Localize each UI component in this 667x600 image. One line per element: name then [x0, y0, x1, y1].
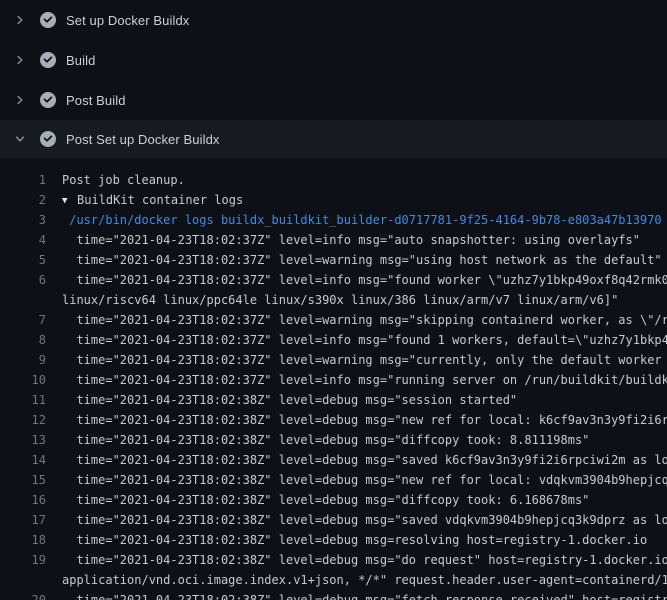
line-number[interactable]: 9: [0, 350, 46, 370]
log-line: 6 time="2021-04-23T18:02:37Z" level=info…: [0, 270, 667, 290]
success-check-icon: [40, 131, 56, 147]
line-number[interactable]: [0, 290, 46, 310]
log-text[interactable]: ▼BuildKit container logs: [62, 190, 243, 210]
log-text: time="2021-04-23T18:02:37Z" level=info m…: [62, 230, 640, 250]
line-number[interactable]: 10: [0, 370, 46, 390]
log-line: 5 time="2021-04-23T18:02:37Z" level=warn…: [0, 250, 667, 270]
chevron-down-icon: [14, 133, 26, 145]
line-number[interactable]: 15: [0, 470, 46, 490]
log-text: Post job cleanup.: [62, 170, 185, 190]
log-text: time="2021-04-23T18:02:37Z" level=info m…: [62, 270, 667, 290]
log-text: time="2021-04-23T18:02:37Z" level=info m…: [62, 370, 667, 390]
line-number[interactable]: 12: [0, 410, 46, 430]
step-label: Post Build: [66, 93, 126, 108]
log-line: 10 time="2021-04-23T18:02:37Z" level=inf…: [0, 370, 667, 390]
log-text: time="2021-04-23T18:02:38Z" level=debug …: [62, 530, 647, 550]
step-row-setup-docker-buildx[interactable]: Set up Docker Buildx: [0, 0, 667, 40]
success-check-icon: [40, 52, 56, 68]
line-number[interactable]: 6: [0, 270, 46, 290]
log-text: application/vnd.oci.image.index.v1+json,…: [62, 570, 667, 590]
line-number[interactable]: 2: [0, 190, 46, 210]
chevron-right-icon: [14, 94, 26, 106]
line-number[interactable]: 5: [0, 250, 46, 270]
chevron-right-icon: [14, 14, 26, 26]
step-row-post-build[interactable]: Post Build: [0, 80, 667, 120]
log-text: time="2021-04-23T18:02:38Z" level=debug …: [62, 550, 667, 570]
log-line: 1 Post job cleanup.: [0, 170, 667, 190]
line-number[interactable]: 1: [0, 170, 46, 190]
success-check-icon: [40, 92, 56, 108]
log-line: 7 time="2021-04-23T18:02:37Z" level=warn…: [0, 310, 667, 330]
step-row-build[interactable]: Build: [0, 40, 667, 80]
log-line: 20 time="2021-04-23T18:02:38Z" level=deb…: [0, 590, 667, 600]
log-line: 16 time="2021-04-23T18:02:38Z" level=deb…: [0, 490, 667, 510]
line-number[interactable]: 4: [0, 230, 46, 250]
steps-list: Set up Docker Buildx Build Post Build Po…: [0, 0, 667, 158]
line-number[interactable]: 20: [0, 590, 46, 600]
group-collapse-icon[interactable]: ▼: [62, 191, 77, 210]
log-text: time="2021-04-23T18:02:38Z" level=debug …: [62, 410, 667, 430]
log-line: 11 time="2021-04-23T18:02:38Z" level=deb…: [0, 390, 667, 410]
log-output: 1 Post job cleanup. 2 ▼BuildKit containe…: [0, 158, 667, 600]
step-row-post-setup-docker-buildx[interactable]: Post Set up Docker Buildx: [0, 120, 667, 158]
log-text: time="2021-04-23T18:02:38Z" level=debug …: [62, 490, 589, 510]
log-text: time="2021-04-23T18:02:37Z" level=warnin…: [62, 350, 667, 370]
log-text: time="2021-04-23T18:02:37Z" level=warnin…: [62, 310, 667, 330]
log-text: time="2021-04-23T18:02:38Z" level=debug …: [62, 430, 589, 450]
line-number[interactable]: 7: [0, 310, 46, 330]
line-number[interactable]: 18: [0, 530, 46, 550]
log-line: 14 time="2021-04-23T18:02:38Z" level=deb…: [0, 450, 667, 470]
log-line: 3 /usr/bin/docker logs buildx_buildkit_b…: [0, 210, 667, 230]
line-number[interactable]: 19: [0, 550, 46, 570]
line-number[interactable]: 16: [0, 490, 46, 510]
log-line: 13 time="2021-04-23T18:02:38Z" level=deb…: [0, 430, 667, 450]
line-number[interactable]: 14: [0, 450, 46, 470]
log-line: linux/riscv64 linux/ppc64le linux/s390x …: [0, 290, 667, 310]
log-text: linux/riscv64 linux/ppc64le linux/s390x …: [62, 290, 618, 310]
log-line: 17 time="2021-04-23T18:02:38Z" level=deb…: [0, 510, 667, 530]
log-text: time="2021-04-23T18:02:37Z" level=info m…: [62, 330, 667, 350]
actions-log-viewer: { "theme": { "bg": "#0d1117", "panel": "…: [0, 0, 667, 600]
log-line: 15 time="2021-04-23T18:02:38Z" level=deb…: [0, 470, 667, 490]
log-text: time="2021-04-23T18:02:38Z" level=debug …: [62, 390, 517, 410]
log-lines: 1 Post job cleanup. 2 ▼BuildKit containe…: [0, 170, 667, 600]
log-line: 4 time="2021-04-23T18:02:37Z" level=info…: [0, 230, 667, 250]
log-line: 18 time="2021-04-23T18:02:38Z" level=deb…: [0, 530, 667, 550]
log-text: time="2021-04-23T18:02:38Z" level=debug …: [62, 450, 667, 470]
log-line: 19 time="2021-04-23T18:02:38Z" level=deb…: [0, 550, 667, 570]
log-text: time="2021-04-23T18:02:38Z" level=debug …: [62, 590, 667, 600]
line-number[interactable]: 17: [0, 510, 46, 530]
line-number[interactable]: 3: [0, 210, 46, 230]
line-number[interactable]: 8: [0, 330, 46, 350]
log-line: 8 time="2021-04-23T18:02:37Z" level=info…: [0, 330, 667, 350]
log-line: 2 ▼BuildKit container logs: [0, 190, 667, 210]
log-text: /usr/bin/docker logs buildx_buildkit_bui…: [62, 210, 662, 230]
chevron-right-icon: [14, 54, 26, 66]
log-text: time="2021-04-23T18:02:38Z" level=debug …: [62, 510, 667, 530]
log-line: application/vnd.oci.image.index.v1+json,…: [0, 570, 667, 590]
log-line: 9 time="2021-04-23T18:02:37Z" level=warn…: [0, 350, 667, 370]
step-label: Set up Docker Buildx: [66, 13, 189, 28]
step-label: Post Set up Docker Buildx: [66, 132, 220, 147]
step-label: Build: [66, 53, 95, 68]
log-text: time="2021-04-23T18:02:38Z" level=debug …: [62, 470, 667, 490]
log-text: time="2021-04-23T18:02:37Z" level=warnin…: [62, 250, 662, 270]
line-number[interactable]: 13: [0, 430, 46, 450]
line-number[interactable]: 11: [0, 390, 46, 410]
line-number[interactable]: [0, 570, 46, 590]
success-check-icon: [40, 12, 56, 28]
log-line: 12 time="2021-04-23T18:02:38Z" level=deb…: [0, 410, 667, 430]
